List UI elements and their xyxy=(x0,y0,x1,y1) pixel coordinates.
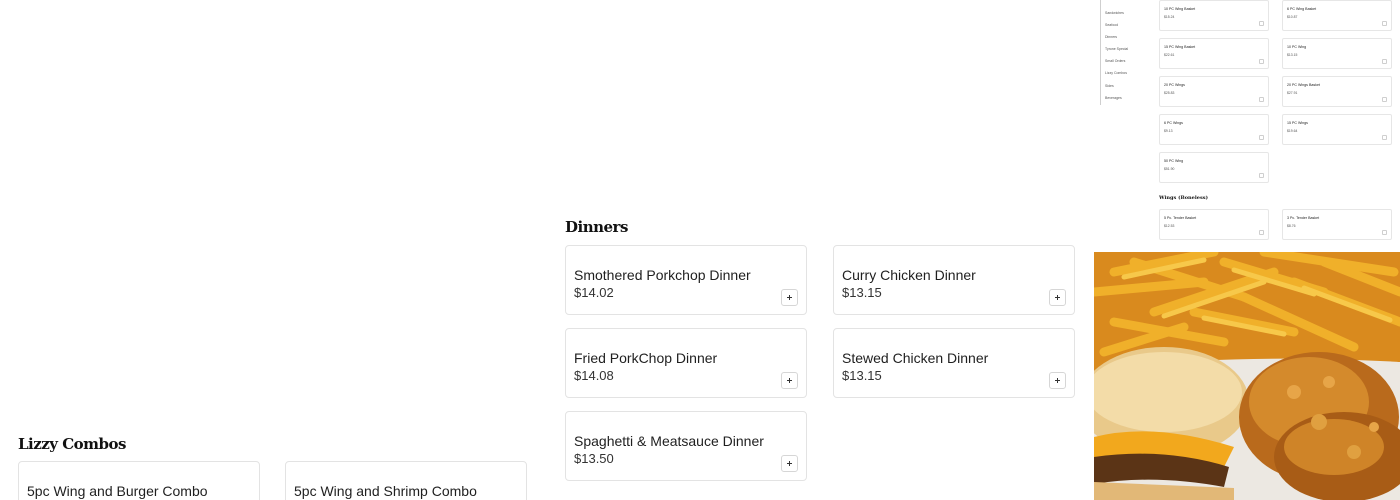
add-to-cart-button[interactable] xyxy=(781,455,798,472)
mini-add-icon[interactable] xyxy=(1259,59,1264,64)
mini-menu-card[interactable]: 20 PC Wings $25.83 xyxy=(1159,76,1269,107)
menu-item-price: $13.15 xyxy=(842,285,882,300)
mini-menu-card[interactable]: 15 PC Wing Basket $22.61 xyxy=(1159,38,1269,69)
menu-item-name: Fried PorkChop Dinner xyxy=(574,350,718,366)
section-heading-lizzy-combos: Lizzy Combos xyxy=(18,435,126,453)
mini-item-name: 15 PC Wings xyxy=(1287,121,1308,125)
mini-item-price: $25.83 xyxy=(1164,91,1175,95)
mini-nav-item-beverages[interactable]: Beverages xyxy=(1105,96,1122,100)
mini-nav-item-sandwiches[interactable]: Sandwiches xyxy=(1105,11,1124,15)
add-to-cart-button[interactable] xyxy=(1049,289,1066,306)
mini-item-price: $8.76 xyxy=(1287,224,1296,228)
food-photo-illustration xyxy=(1094,252,1400,500)
mini-item-name: 6 PC Wing Basket xyxy=(1287,7,1317,11)
menu-item-name: 5pc Wing and Shrimp Combo xyxy=(294,483,477,499)
mini-item-price: $51.90 xyxy=(1164,167,1175,171)
mini-category-nav: Sandwiches Seafood Dinners Tyrone Specia… xyxy=(1100,0,1156,105)
menu-item-price: $14.02 xyxy=(574,285,614,300)
mini-item-name: 20 PC Wings Basket xyxy=(1287,83,1320,87)
mini-item-name: 3 Pc. Tender Basket xyxy=(1287,216,1320,220)
mini-nav-item-seafood[interactable]: Seafood xyxy=(1105,23,1118,27)
mini-add-icon[interactable] xyxy=(1259,97,1264,102)
menu-item-price: $13.50 xyxy=(574,451,614,466)
menu-item-name: Smothered Porkchop Dinner xyxy=(574,267,751,283)
mini-item-price: $12.53 xyxy=(1164,224,1175,228)
mini-add-icon[interactable] xyxy=(1382,59,1387,64)
mini-menu-card[interactable]: 6 PC Wing Basket $10.87 xyxy=(1282,0,1392,31)
mini-item-name: 50 PC Wing xyxy=(1164,159,1184,163)
mini-nav-item-sides[interactable]: Sides xyxy=(1105,84,1114,88)
mini-item-name: 10 PC Wing Basket xyxy=(1164,7,1196,11)
section-heading-dinners: Dinners xyxy=(565,218,628,236)
menu-item-price: $13.15 xyxy=(842,368,882,383)
mini-item-name: 20 PC Wings xyxy=(1164,83,1185,87)
mini-item-price: $9.13 xyxy=(1164,129,1173,133)
mini-item-price: $13.15 xyxy=(1287,53,1298,57)
mini-add-icon[interactable] xyxy=(1259,21,1264,26)
mini-add-icon[interactable] xyxy=(1382,21,1387,26)
menu-item-name: Spaghetti & Meatsauce Dinner xyxy=(574,433,764,449)
mini-add-icon[interactable] xyxy=(1382,97,1387,102)
mini-add-icon[interactable] xyxy=(1382,135,1387,140)
mini-menu-card[interactable]: 10 PC Wing $13.15 xyxy=(1282,38,1392,69)
menu-item-card[interactable]: Spaghetti & Meatsauce Dinner $13.50 xyxy=(565,411,807,481)
mini-add-icon[interactable] xyxy=(1259,135,1264,140)
menu-item-card[interactable]: Curry Chicken Dinner $13.15 xyxy=(833,245,1075,315)
mini-menu-card[interactable]: 15 PC Wings $19.64 xyxy=(1282,114,1392,145)
mini-menu-card[interactable]: 6 PC Wings $9.13 xyxy=(1159,114,1269,145)
mini-menu-card[interactable]: 10 PC Wing Basket $15.24 xyxy=(1159,0,1269,31)
mini-nav-item-lizzy-combos[interactable]: Lizzy Combos xyxy=(1105,71,1127,75)
menu-item-card[interactable]: Smothered Porkchop Dinner $14.02 xyxy=(565,245,807,315)
food-photo xyxy=(1094,252,1400,500)
mini-menu-card[interactable]: 20 PC Wings Basket $27.91 xyxy=(1282,76,1392,107)
mini-menu-card[interactable]: 50 PC Wing $51.90 xyxy=(1159,152,1269,183)
menu-item-name: 5pc Wing and Burger Combo xyxy=(27,483,208,499)
mini-item-price: $22.61 xyxy=(1164,53,1175,57)
menu-item-price: $14.08 xyxy=(574,368,614,383)
mini-nav-item-small-orders[interactable]: Small Orders xyxy=(1105,59,1125,63)
add-to-cart-button[interactable] xyxy=(781,289,798,306)
menu-item-card[interactable]: 5pc Wing and Shrimp Combo xyxy=(285,461,527,500)
mini-item-price: $10.87 xyxy=(1287,15,1298,19)
mini-item-name: 10 PC Wing xyxy=(1287,45,1307,49)
menu-item-card[interactable]: Fried PorkChop Dinner $14.08 xyxy=(565,328,807,398)
mini-section-heading-boneless: Wings (Boneless) xyxy=(1159,195,1208,201)
menu-item-card[interactable]: 5pc Wing and Burger Combo xyxy=(18,461,260,500)
mini-add-icon[interactable] xyxy=(1259,230,1264,235)
menu-item-name: Curry Chicken Dinner xyxy=(842,267,976,283)
mini-item-name: 15 PC Wing Basket xyxy=(1164,45,1196,49)
add-to-cart-button[interactable] xyxy=(1049,372,1066,389)
mini-add-icon[interactable] xyxy=(1382,230,1387,235)
menu-item-card[interactable]: Stewed Chicken Dinner $13.15 xyxy=(833,328,1075,398)
mini-menu-card[interactable]: 3 Pc. Tender Basket $8.76 xyxy=(1282,209,1392,240)
mini-nav-item-tyrone-special[interactable]: Tyrone Special xyxy=(1105,47,1128,51)
mini-item-name: 6 PC Wings xyxy=(1164,121,1183,125)
menu-item-name: Stewed Chicken Dinner xyxy=(842,350,989,366)
mini-item-price: $19.64 xyxy=(1287,129,1298,133)
mini-nav-item-dinners[interactable]: Dinners xyxy=(1105,35,1117,39)
mini-item-name: 5 Pc. Tender Basket xyxy=(1164,216,1197,220)
mini-menu-card[interactable]: 5 Pc. Tender Basket $12.53 xyxy=(1159,209,1269,240)
add-to-cart-button[interactable] xyxy=(781,372,798,389)
mini-item-price: $15.24 xyxy=(1164,15,1175,19)
mini-item-price: $27.91 xyxy=(1287,91,1298,95)
mini-add-icon[interactable] xyxy=(1259,173,1264,178)
